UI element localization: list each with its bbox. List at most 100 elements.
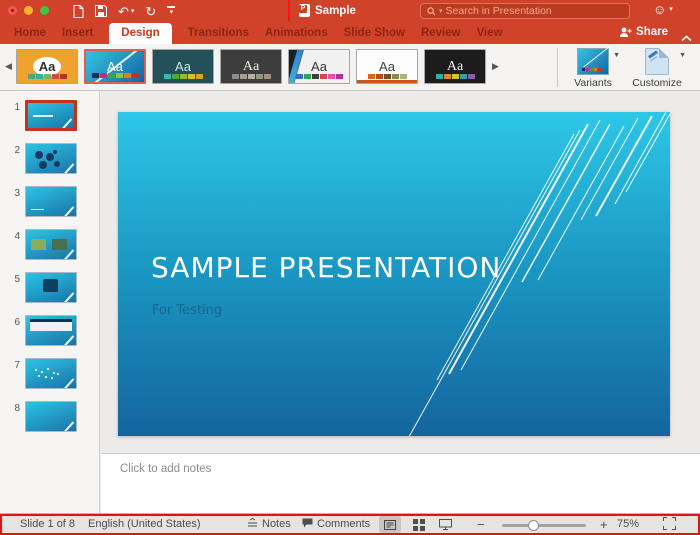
tab-view[interactable]: View xyxy=(477,23,503,45)
undo-button[interactable]: ↶▾ xyxy=(118,5,134,18)
search-placeholder: Search in Presentation xyxy=(446,5,552,17)
traffic-lights xyxy=(8,6,49,15)
notes-icon xyxy=(247,518,258,531)
tab-design[interactable]: Design xyxy=(109,23,171,45)
slide-thumbnail-3[interactable] xyxy=(25,186,77,217)
theme-thumbnail-1[interactable]: Aa xyxy=(16,49,78,84)
zoom-in-button[interactable]: + xyxy=(600,517,608,532)
design-theme-gallery: ◀ Aa Aa Aa Aa Aa Aa Aa ▶ ▼ Variants ▼ Customiz… xyxy=(0,44,700,91)
slide-number: 4 xyxy=(0,229,20,242)
notes-placeholder: Click to add notes xyxy=(120,463,211,475)
slide-thumbnail-8[interactable] xyxy=(25,401,77,432)
theme-thumbnail-5[interactable]: Aa xyxy=(288,49,350,84)
zoom-window-button[interactable] xyxy=(40,6,49,15)
theme-aa-glyph: Aa xyxy=(107,60,123,73)
minimize-button[interactable] xyxy=(24,6,33,15)
slide-canvas[interactable]: SAMPLE PRESENTATION For Testing xyxy=(118,112,670,436)
slide-thumbnail-2[interactable] xyxy=(25,143,77,174)
theme-thumbnail-6[interactable]: Aa xyxy=(356,49,418,84)
slide-subtitle-text[interactable]: For Testing xyxy=(152,303,222,318)
gallery-separator xyxy=(557,48,558,87)
slide-thumbnail-5[interactable] xyxy=(25,272,77,303)
tab-transitions[interactable]: Transitions xyxy=(188,23,249,45)
customize-label: Customize xyxy=(626,77,688,89)
document-title-group: Sample xyxy=(299,4,356,17)
tab-review[interactable]: Review xyxy=(421,23,461,45)
slide-show-button[interactable] xyxy=(434,516,456,533)
tab-insert[interactable]: Insert xyxy=(62,23,93,45)
fit-slide-button[interactable] xyxy=(663,517,676,533)
comments-toggle[interactable]: Comments xyxy=(302,518,370,531)
theme-aa-glyph: Aa xyxy=(243,60,259,74)
zoom-slider-thumb[interactable] xyxy=(528,520,539,531)
variants-button[interactable]: ▼ Variants xyxy=(564,48,622,89)
normal-view-icon xyxy=(384,520,396,530)
normal-view-button[interactable] xyxy=(379,516,401,533)
caret-down-icon: ▾ xyxy=(669,6,673,13)
search-input[interactable]: ▾ Search in Presentation xyxy=(420,3,630,19)
powerpoint-window: ↶▾ ↻ ▾ Sample ▾ Search in Presentation ☺… xyxy=(0,0,700,535)
share-button[interactable]: Share xyxy=(619,26,668,38)
save-icon[interactable] xyxy=(95,5,107,17)
search-icon xyxy=(427,7,436,16)
fit-to-window-icon xyxy=(663,517,676,530)
slide-row-8: 8 xyxy=(0,401,99,432)
zoom-out-button[interactable]: − xyxy=(477,517,485,532)
caret-down-icon: ▼ xyxy=(679,52,686,59)
language-button[interactable]: English (United States) xyxy=(88,518,201,530)
feedback-button[interactable]: ☺ ▾ xyxy=(653,3,673,16)
gallery-scroll-right-arrow[interactable]: ▶ xyxy=(492,61,499,72)
powerpoint-file-icon xyxy=(299,4,310,17)
customize-toolbar-icon[interactable]: ▾ xyxy=(167,6,175,16)
zoom-level[interactable]: 75% xyxy=(617,518,639,530)
slide-show-icon xyxy=(439,519,452,530)
new-document-icon[interactable] xyxy=(73,5,84,18)
tab-animations[interactable]: Animations xyxy=(265,23,328,45)
tab-home[interactable]: Home xyxy=(14,23,46,45)
slide-row-6: 6 xyxy=(0,315,99,346)
slide-row-4: 4 xyxy=(0,229,99,260)
ribbon-tab-bar: Home Insert Design Transitions Animations Sli… xyxy=(0,22,700,44)
theme-color-swatches xyxy=(289,74,349,79)
notes-pane[interactable]: Click to add notes xyxy=(101,453,700,513)
slide-row-1: 1 xyxy=(0,100,99,131)
theme-thumbnail-7[interactable]: Aa xyxy=(424,49,486,84)
notes-toggle[interactable]: Notes xyxy=(247,518,291,531)
tab-slide-show[interactable]: Slide Show xyxy=(344,23,405,45)
annotation-vertical-line xyxy=(288,0,290,21)
theme-color-swatches xyxy=(357,74,417,79)
slide-sorter-view-button[interactable] xyxy=(408,516,430,533)
slide-number: 6 xyxy=(0,315,20,328)
share-label: Share xyxy=(636,26,668,38)
title-bar: ↶▾ ↻ ▾ Sample ▾ Search in Presentation ☺… xyxy=(0,0,700,22)
theme-aa-glyph: Aa xyxy=(311,60,327,73)
theme-aa-glyph: Aa xyxy=(379,60,395,73)
slide-title-text[interactable]: SAMPLE PRESENTATION xyxy=(151,251,501,284)
theme-color-swatches xyxy=(221,74,281,79)
status-bar: Slide 1 of 8 English (United States) Not… xyxy=(0,513,700,535)
theme-aa-glyph: Aa xyxy=(447,60,463,74)
slide-thumbnail-4[interactable] xyxy=(25,229,77,260)
customize-button[interactable]: ▼ Customize xyxy=(626,48,688,89)
redo-button[interactable]: ↻ xyxy=(145,5,156,18)
theme-thumbnail-4[interactable]: Aa xyxy=(220,49,282,84)
theme-color-swatches xyxy=(425,74,485,79)
gallery-scroll-left-arrow[interactable]: ◀ xyxy=(5,61,12,72)
slide-editor-area: SAMPLE PRESENTATION For Testing Click to… xyxy=(101,91,700,513)
slide-number: 1 xyxy=(0,100,20,113)
zoom-slider[interactable] xyxy=(502,524,586,527)
quick-access-toolbar: ↶▾ ↻ ▾ xyxy=(73,2,175,20)
slide-number: 7 xyxy=(0,358,20,371)
format-background-icon xyxy=(645,48,669,75)
theme-thumbnail-3[interactable]: Aa xyxy=(152,49,214,84)
theme-thumbnails-row: Aa Aa Aa Aa Aa Aa Aa xyxy=(16,49,486,84)
slide-thumbnail-7[interactable] xyxy=(25,358,77,389)
theme-thumbnail-2[interactable]: Aa xyxy=(84,49,146,84)
close-button[interactable] xyxy=(8,6,17,15)
slide-row-5: 5 xyxy=(0,272,99,303)
document-title: Sample xyxy=(315,5,356,17)
slide-thumbnail-6[interactable] xyxy=(25,315,77,346)
comments-icon xyxy=(302,518,313,531)
slide-number: 3 xyxy=(0,186,20,199)
slide-thumbnail-1[interactable] xyxy=(25,100,77,131)
